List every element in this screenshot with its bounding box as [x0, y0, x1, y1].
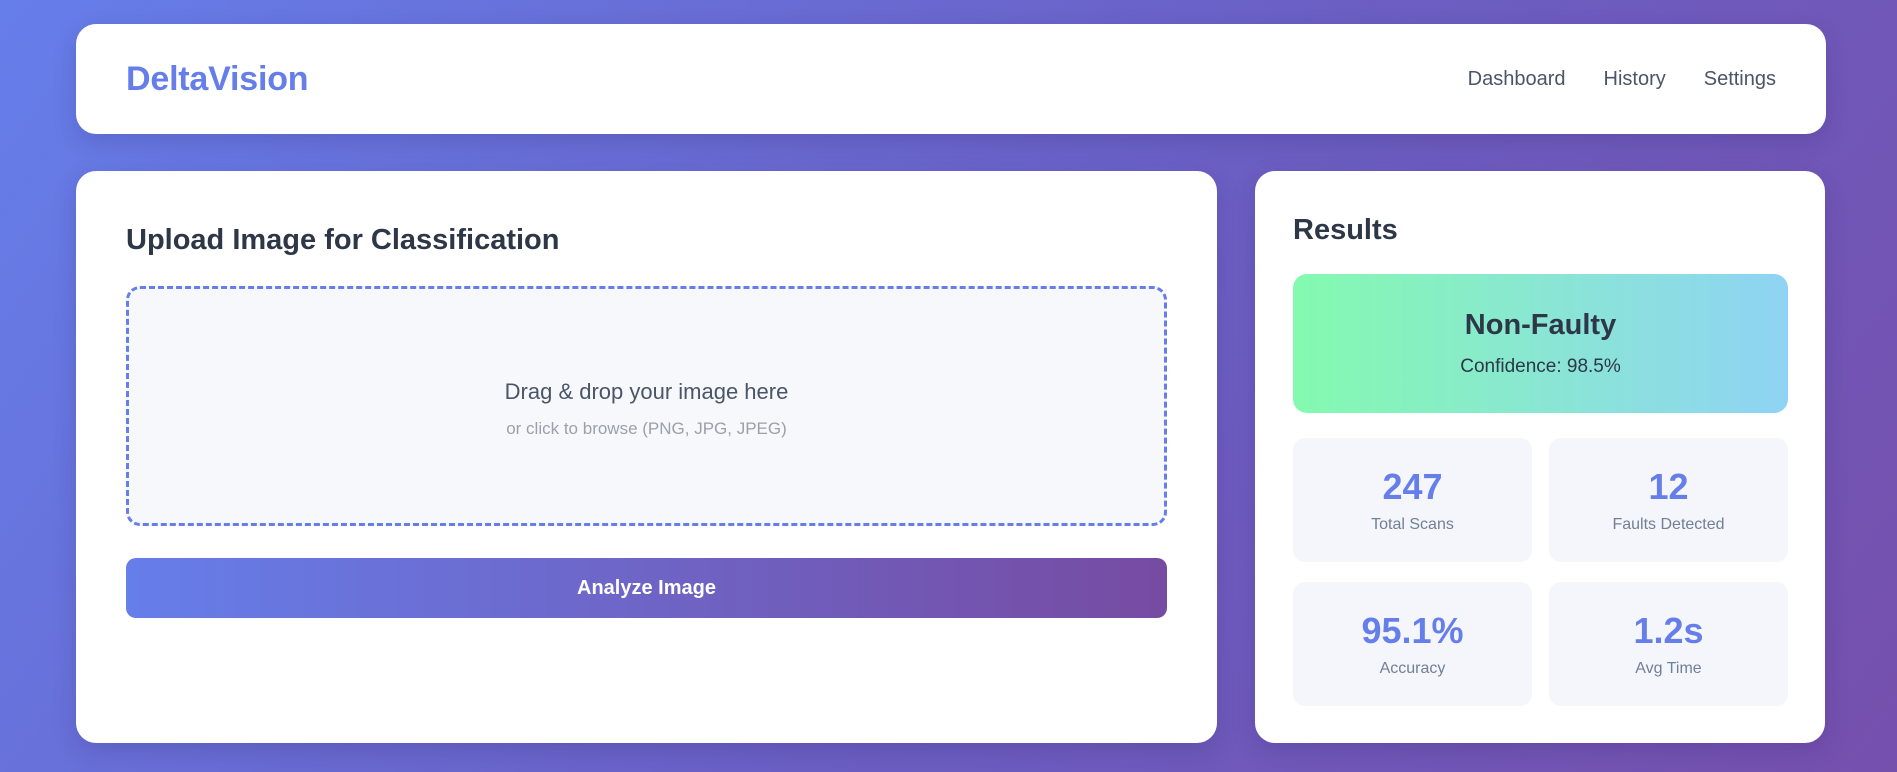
nav-link-history[interactable]: History [1604, 68, 1666, 91]
stat-faults-detected: 12 Faults Detected [1549, 438, 1788, 562]
stat-label: Faults Detected [1612, 516, 1725, 533]
nav-link-settings[interactable]: Settings [1704, 68, 1776, 91]
stat-avg-time: 1.2s Avg Time [1549, 582, 1788, 706]
confidence-text: Confidence: 98.5% [1460, 356, 1621, 377]
nav-links: Dashboard History Settings [1468, 68, 1776, 91]
stat-value: 12 [1648, 466, 1689, 507]
stat-value: 1.2s [1633, 610, 1704, 651]
stat-label: Accuracy [1379, 660, 1446, 677]
classification-result: Non-Faulty Confidence: 98.5% [1293, 274, 1788, 413]
upload-card: Upload Image for Classification Drag & d… [76, 171, 1217, 743]
nav-link-dashboard[interactable]: Dashboard [1468, 68, 1566, 91]
dropzone-hint-text: or click to browse (PNG, JPG, JPEG) [506, 419, 787, 438]
image-dropzone[interactable]: Drag & drop your image here or click to … [126, 286, 1167, 526]
brand-logo[interactable]: DeltaVision [126, 60, 309, 99]
stat-label: Avg Time [1635, 660, 1702, 677]
dropzone-main-text: Drag & drop your image here [504, 379, 789, 404]
stat-accuracy: 95.1% Accuracy [1293, 582, 1532, 706]
results-card: Results Non-Faulty Confidence: 98.5% 247… [1255, 171, 1825, 743]
stat-value: 247 [1382, 466, 1443, 507]
analyze-image-button[interactable]: Analyze Image [126, 558, 1167, 618]
upload-title: Upload Image for Classification [126, 224, 560, 256]
stat-total-scans: 247 Total Scans [1293, 438, 1532, 562]
navbar: DeltaVision Dashboard History Settings [76, 24, 1826, 134]
classification-label: Non-Faulty [1464, 309, 1617, 341]
stat-label: Total Scans [1371, 516, 1454, 533]
results-title: Results [1293, 214, 1398, 246]
stat-value: 95.1% [1361, 610, 1464, 651]
